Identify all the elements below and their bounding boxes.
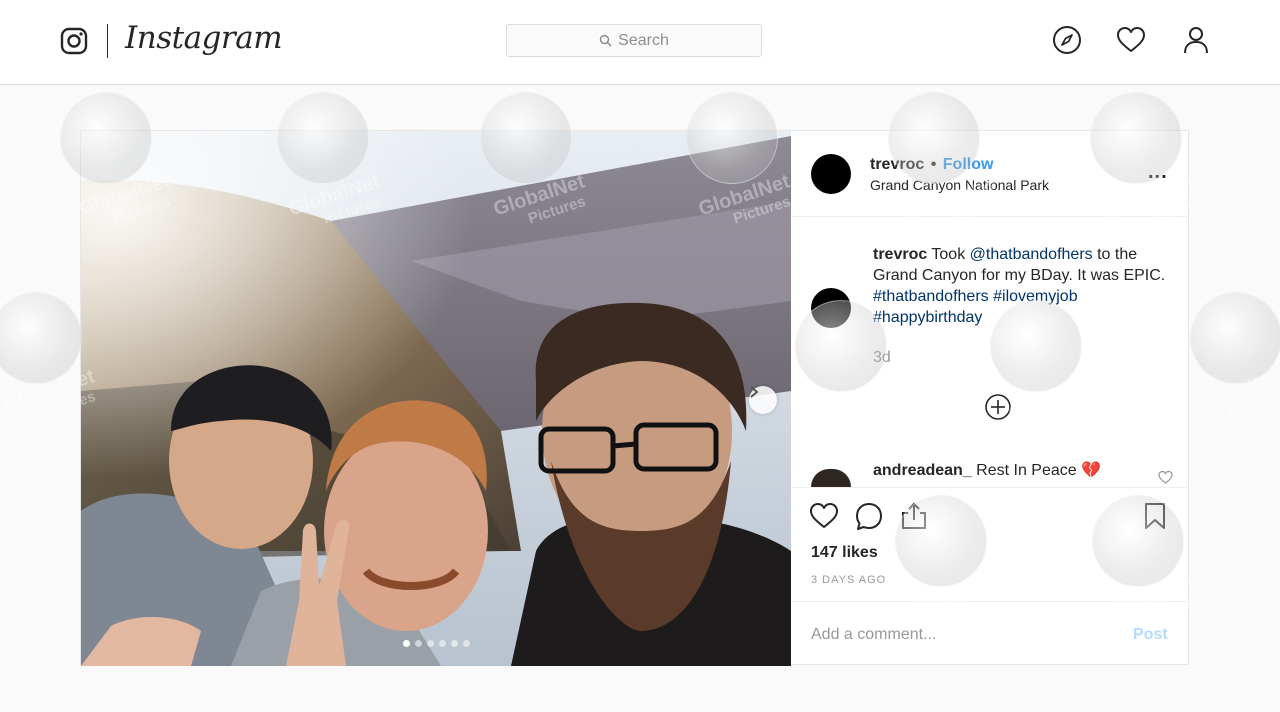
selfie-photo-illustration	[81, 131, 791, 666]
carousel-dot[interactable]	[415, 640, 422, 647]
profile-person-icon[interactable]	[1180, 24, 1212, 56]
logo-divider	[107, 24, 108, 58]
caption-age: 3d	[873, 349, 891, 366]
instagram-wordmark[interactable]: Instagram	[125, 20, 283, 56]
save-bookmark-icon[interactable]	[1140, 501, 1172, 533]
caption-hashtag[interactable]: #happybirthday	[873, 309, 982, 326]
post-header: trevroc • Follow Grand Canyon National P…	[791, 131, 1189, 217]
carousel-dot[interactable]	[463, 640, 470, 647]
carousel-dot[interactable]	[427, 640, 434, 647]
search-placeholder: Search	[618, 31, 669, 49]
post-card: trevroc • Follow Grand Canyon National P…	[80, 130, 1189, 666]
comment-bubble-icon[interactable]	[854, 501, 886, 533]
follow-button[interactable]: Follow	[943, 156, 994, 173]
watermark-globe-icon	[1190, 292, 1280, 384]
carousel-dot[interactable]	[451, 640, 458, 647]
activity-heart-icon[interactable]	[1115, 24, 1147, 56]
load-more-comments-icon[interactable]	[984, 393, 1012, 421]
comment-input[interactable]: Add a comment...	[811, 626, 936, 644]
separator-dot: •	[930, 156, 937, 173]
author-avatar[interactable]	[811, 154, 851, 194]
instagram-camera-icon[interactable]	[60, 27, 88, 55]
watermark-globe-icon	[0, 292, 82, 384]
search-icon	[599, 34, 612, 47]
comment-username[interactable]: andreadean_	[873, 462, 972, 479]
comment-text: Rest In Peace 💔	[976, 462, 1102, 479]
post-comment-button[interactable]: Post	[1133, 626, 1168, 644]
chevron-right-icon	[750, 386, 759, 398]
caption-text: Took	[927, 246, 970, 263]
post-caption: trevroc Took @thatbandofhers to the Gran…	[873, 244, 1173, 328]
like-heart-icon[interactable]	[809, 501, 841, 533]
explore-compass-icon[interactable]	[1051, 24, 1083, 56]
caption-hashtag[interactable]: #thatbandofhers	[873, 288, 989, 305]
author-line: trevroc • Follow	[870, 156, 993, 174]
comment-like-heart-icon[interactable]	[1158, 470, 1173, 485]
post-actions	[791, 501, 1189, 537]
caption-username[interactable]: trevroc	[873, 246, 927, 263]
like-count[interactable]: 147 likes	[811, 544, 878, 562]
carousel-dot[interactable]	[439, 640, 446, 647]
more-options-icon[interactable]: ...	[1148, 161, 1168, 184]
post-sidebar: trevroc • Follow Grand Canyon National P…	[791, 131, 1189, 666]
commenter-avatar[interactable]	[811, 469, 851, 487]
watermark-text: GlobalNet Pictures	[1190, 365, 1280, 423]
top-nav: Instagram Search	[0, 0, 1280, 85]
caption-mention[interactable]: @thatbandofhers	[970, 246, 1093, 263]
next-photo-button[interactable]	[749, 386, 777, 414]
post-photo[interactable]	[81, 131, 791, 666]
post-timestamp: 3 DAYS AGO	[811, 574, 887, 586]
caption-avatar[interactable]	[811, 288, 851, 328]
comment-item: andreadean_ Rest In Peace 💔	[873, 460, 1101, 480]
caption-hashtag[interactable]: #ilovemyjob	[993, 288, 1077, 305]
post-location[interactable]: Grand Canyon National Park	[870, 177, 1049, 193]
add-comment-bar: Add a comment... Post	[791, 601, 1189, 666]
author-username[interactable]: trevroc	[870, 156, 924, 173]
search-input[interactable]: Search	[506, 24, 762, 57]
divider	[791, 487, 1189, 488]
share-upload-icon[interactable]	[899, 501, 931, 533]
carousel-dots	[403, 640, 470, 647]
carousel-dot[interactable]	[403, 640, 410, 647]
